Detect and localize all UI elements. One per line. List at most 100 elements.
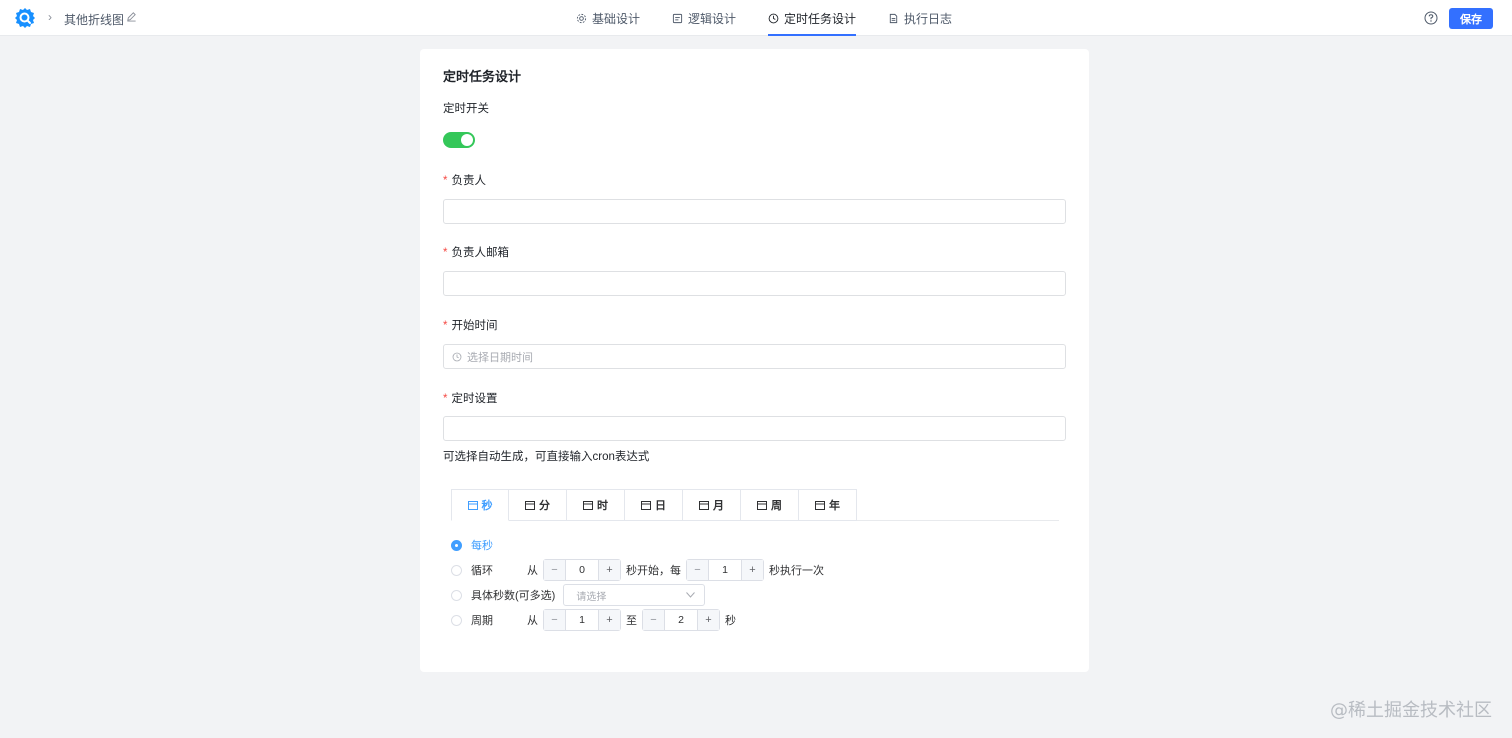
calendar-icon [815, 501, 825, 510]
cron-tab-month[interactable]: 月 [683, 489, 741, 521]
decrement-button[interactable]: − [544, 560, 566, 580]
cron-tab-label: 秒 [481, 500, 493, 512]
option-loop: 循环 从 − 0 + 秒开始，每 − 1 + 秒执行一次 [451, 559, 826, 581]
required-mark: * [443, 393, 448, 405]
cron-tab-minute[interactable]: 分 [509, 489, 567, 521]
radio-loop[interactable] [451, 564, 462, 576]
option-label: 周期 [471, 615, 493, 627]
to-text: 至 [626, 615, 637, 627]
tab-label: 执行日志 [904, 11, 953, 26]
start-time-label-text: 开始时间 [451, 320, 498, 332]
cron-tab-label: 年 [829, 500, 840, 512]
stepper-value[interactable]: 0 [566, 564, 598, 576]
loop-mid-text: 秒开始，每 [626, 565, 681, 577]
cron-tab-label: 月 [713, 500, 724, 512]
required-mark: * [443, 175, 448, 187]
email-label-text: 负责人邮箱 [451, 247, 509, 259]
schedule-label: * 定时设置 [443, 390, 497, 406]
calendar-icon [525, 501, 535, 510]
specific-seconds-select[interactable]: 请选择 [563, 584, 706, 606]
increment-button[interactable]: + [598, 610, 620, 630]
cron-tab-day[interactable]: 日 [625, 489, 683, 521]
form-title: 定时任务设计 [443, 69, 522, 84]
decrement-button[interactable]: − [687, 560, 709, 580]
clock-icon [768, 13, 779, 23]
cron-tab-year[interactable]: 年 [799, 489, 857, 521]
from-text: 从 [527, 565, 538, 577]
watermark: @稀土掘金技术社区 [1330, 700, 1492, 721]
option-label: 循环 [471, 565, 493, 577]
radio-every[interactable] [451, 539, 462, 551]
select-placeholder: 请选择 [576, 591, 607, 603]
increment-button[interactable]: + [598, 560, 620, 580]
top-tabs: 基础设计 逻辑设计 定时任务设计 执行日志 [576, 0, 984, 36]
tab-logic-design[interactable]: 逻辑设计 [672, 0, 736, 36]
start-time-picker[interactable]: 选择日期时间 [443, 344, 1066, 369]
clock-icon [452, 352, 462, 361]
required-mark: * [443, 247, 448, 259]
start-time-placeholder: 选择日期时间 [467, 351, 533, 364]
tab-label: 基础设计 [592, 11, 641, 26]
option-label: 每秒 [471, 540, 493, 552]
log-icon [889, 13, 898, 23]
cron-tab-second[interactable]: 秒 [451, 489, 509, 521]
schedule-toggle[interactable] [443, 132, 475, 148]
tab-label: 定时任务设计 [784, 11, 857, 26]
cron-tab-hour[interactable]: 时 [567, 489, 625, 521]
email-input[interactable] [443, 271, 1066, 296]
unit-text: 秒 [725, 615, 736, 627]
stepper-value[interactable]: 1 [709, 564, 741, 576]
calendar-icon [699, 501, 709, 510]
tab-execution-log[interactable]: 执行日志 [888, 0, 952, 36]
calendar-icon [583, 501, 593, 510]
from-text: 从 [527, 615, 538, 627]
stepper-value[interactable]: 2 [665, 614, 697, 626]
option-every-second[interactable]: 每秒 [451, 534, 525, 556]
cron-tab-label: 分 [539, 500, 550, 512]
stepper-value[interactable]: 1 [566, 614, 598, 626]
cron-tabs: 秒 分 时 日 月 周 年 [451, 489, 857, 521]
chevron-down-icon [686, 592, 696, 598]
owner-input[interactable] [443, 199, 1066, 224]
switch-label: 定时开关 [443, 103, 489, 115]
radio-specific[interactable] [451, 589, 462, 601]
loop-end-text: 秒执行一次 [769, 565, 824, 577]
decrement-button[interactable]: − [643, 610, 665, 630]
schedule-form-card: 定时任务设计 定时开关 * 负责人 * 负责人邮箱 * 开始时间 选择日期时间 * 定时… [420, 49, 1089, 672]
required-mark: * [443, 320, 448, 332]
option-period: 周期 从 − 1 + 至 − 2 + 秒 [451, 609, 738, 631]
page-title: 其他折线图 [64, 13, 125, 27]
edit-icon[interactable] [126, 11, 137, 25]
schedule-label-text: 定时设置 [451, 393, 498, 405]
tab-schedule-design[interactable]: 定时任务设计 [768, 0, 857, 36]
tab-basic-design[interactable]: 基础设计 [576, 0, 640, 36]
cron-tab-label: 日 [655, 500, 666, 512]
increment-button[interactable]: + [697, 610, 719, 630]
owner-label-text: 负责人 [451, 175, 486, 187]
cron-hint: 可选择自动生成，可直接输入cron表达式 [443, 451, 650, 463]
top-bar: › 其他折线图 基础设计 逻辑设计 定时任务设计 执行日志 保存 [0, 0, 1512, 36]
tab-label: 逻辑设计 [688, 11, 737, 26]
email-label: * 负责人邮箱 [443, 244, 509, 260]
save-button[interactable]: 保存 [1449, 8, 1493, 29]
option-specific: 具体秒数(可多选) 请选择 [451, 584, 706, 606]
cron-tab-week[interactable]: 周 [741, 489, 799, 521]
document-icon [672, 13, 683, 23]
increment-button[interactable]: + [741, 560, 763, 580]
cron-input[interactable] [443, 416, 1066, 441]
decrement-button[interactable]: − [544, 610, 566, 630]
chevron-right-icon: › [48, 10, 52, 24]
gear-icon [576, 13, 587, 23]
app-logo-icon[interactable] [14, 7, 36, 29]
period-from-stepper: − 1 + [543, 609, 621, 631]
cron-tab-label: 周 [771, 500, 782, 512]
help-icon[interactable] [1424, 11, 1438, 28]
period-to-stepper: − 2 + [642, 609, 720, 631]
loop-step-stepper: − 1 + [686, 559, 764, 581]
owner-label: * 负责人 [443, 172, 486, 188]
calendar-icon [757, 501, 767, 510]
loop-start-stepper: − 0 + [543, 559, 621, 581]
calendar-icon [467, 501, 478, 510]
start-time-label: * 开始时间 [443, 317, 497, 333]
radio-period[interactable] [451, 614, 462, 626]
